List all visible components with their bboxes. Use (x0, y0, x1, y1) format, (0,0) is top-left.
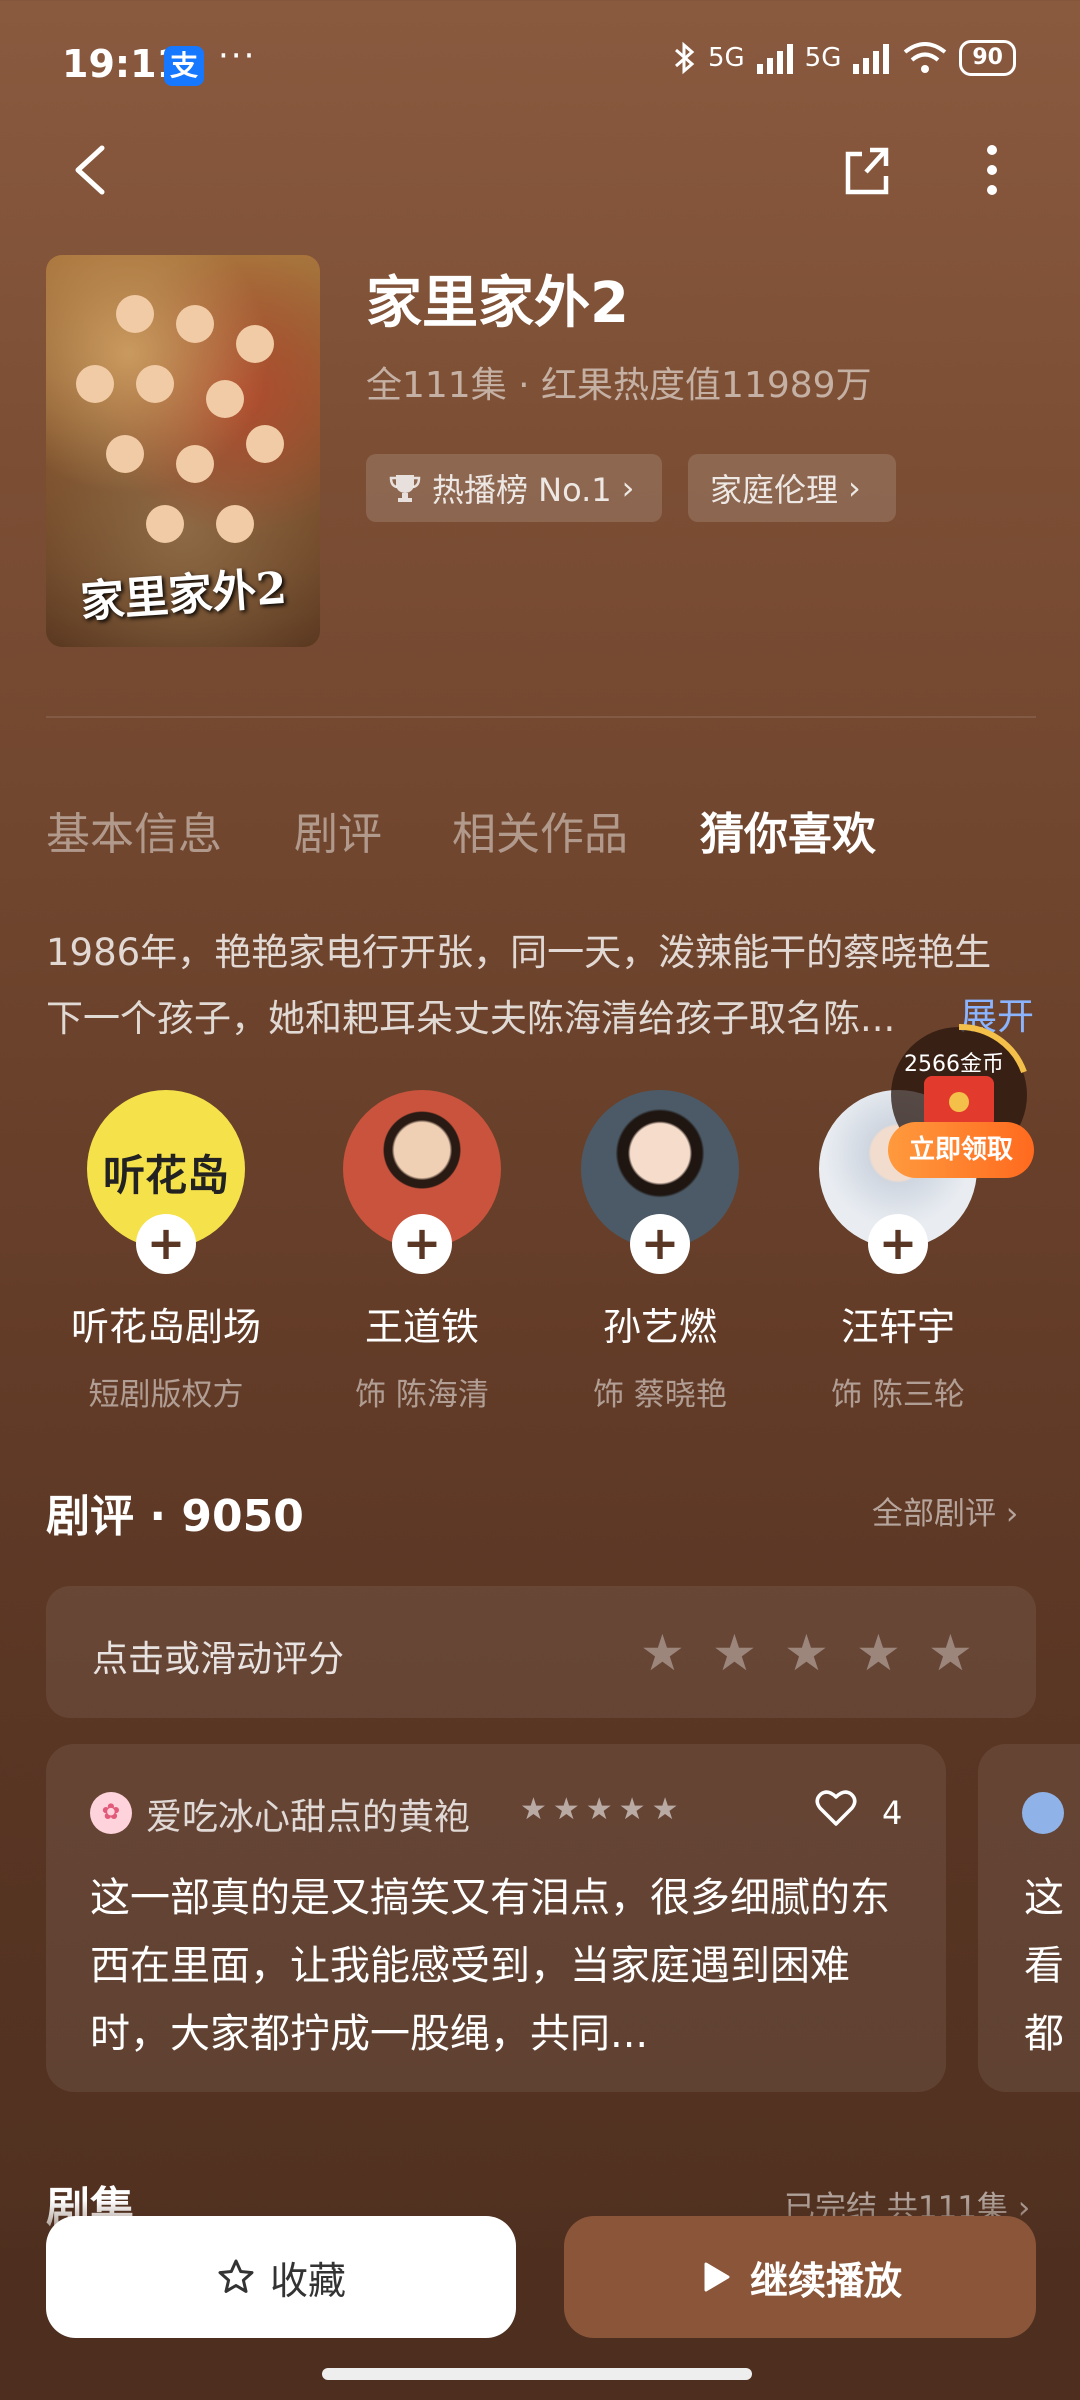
status-right: 5G 5G 90 (672, 40, 1016, 76)
collect-button[interactable]: 收藏 (46, 2216, 516, 2338)
rank-chip-label: 热播榜 No.1 (432, 471, 612, 509)
avatar: 听花岛 + (87, 1090, 245, 1274)
avatar: + (581, 1090, 739, 1274)
tab-basic-info[interactable]: 基本信息 (46, 798, 222, 862)
cast-item[interactable]: 听花岛 + 听花岛剧场 短剧版权方 (46, 1090, 286, 1414)
poster-figure (106, 435, 144, 473)
signal-5g-label-2: 5G (804, 43, 842, 73)
chevron-right-icon: › (848, 469, 861, 507)
like-count: 4 (882, 1794, 903, 1832)
poster-figure (246, 425, 284, 463)
cast-name: 汪轩宇 (840, 1305, 955, 1349)
cast-name: 听花岛剧场 (70, 1305, 261, 1349)
genre-chip-label: 家庭伦理 (710, 471, 839, 509)
cast-item[interactable]: + 孙艺燃 饰 蔡晓艳 (540, 1090, 780, 1414)
drama-title: 家里家外2 (366, 271, 629, 336)
poster-figure (136, 365, 174, 403)
coin-amount: 2566金币 (904, 1052, 1004, 1077)
reviewer-avatar (1022, 1792, 1064, 1834)
poster-figure (176, 445, 214, 483)
poster-figure (216, 505, 254, 543)
battery-indicator: 90 (959, 40, 1016, 76)
genre-chip[interactable]: 家庭伦理 › (688, 454, 896, 522)
rating-star-icon[interactable]: ★ (712, 1624, 757, 1682)
poster-title-logo: 家里家外2 (78, 562, 289, 629)
follow-button[interactable]: + (630, 1214, 690, 1274)
wifi-icon (904, 42, 947, 73)
signal-icon (756, 44, 793, 74)
home-indicator[interactable] (322, 2368, 752, 2380)
cast-name: 孙艺燃 (602, 1305, 717, 1349)
tab-related-works[interactable]: 相关作品 (452, 798, 628, 862)
back-icon[interactable] (66, 140, 112, 200)
studio-logo: 听花岛 (102, 1151, 229, 1200)
poster-figure (206, 380, 244, 418)
avatar: + (343, 1090, 501, 1274)
reviews-heading: 剧评 · 9050 (46, 1491, 304, 1542)
more-notifications-icon: ··· (218, 36, 257, 76)
rank-chip[interactable]: 热播榜 No.1 › (366, 454, 662, 522)
divider (46, 716, 1036, 718)
share-icon[interactable] (840, 140, 896, 200)
play-icon (704, 2262, 730, 2292)
cast-name: 王道铁 (364, 1305, 479, 1349)
bluetooth-icon (674, 41, 695, 75)
drama-meta: 全111集 · 红果热度值11989万 (366, 365, 872, 406)
star-outline-icon (218, 2259, 254, 2293)
rating-star-icon[interactable]: ★ (640, 1624, 685, 1682)
poster-figure (76, 365, 114, 403)
signal-5g-label: 5G (707, 43, 745, 73)
collect-label: 收藏 (269, 2258, 346, 2303)
cast-role: 饰 陈海清 (355, 1377, 489, 1413)
more-options-icon[interactable] (972, 140, 1012, 200)
rating-star-icon[interactable]: ★ (856, 1624, 901, 1682)
trophy-icon (389, 475, 421, 502)
follow-button[interactable]: + (392, 1214, 452, 1274)
claim-coins-button[interactable]: 立即领取 (888, 1122, 1034, 1178)
heart-icon[interactable] (814, 1786, 858, 1830)
red-envelope-icon (924, 1076, 994, 1128)
cast-role: 饰 陈三轮 (831, 1377, 965, 1413)
poster-figure (116, 295, 154, 333)
signal-icon-2 (853, 44, 890, 74)
poster-figure (236, 325, 274, 363)
alipay-notification-icon: 支 (164, 46, 204, 86)
reviewer-avatar: ✿ (90, 1792, 132, 1834)
drama-poster[interactable]: 家里家外2 (46, 255, 320, 647)
rating-prompt: 点击或滑动评分 (92, 1639, 345, 1680)
cast-role: 短剧版权方 (88, 1377, 244, 1413)
poster-figure (176, 305, 214, 343)
cast-item[interactable]: + 王道铁 饰 陈海清 (302, 1090, 542, 1414)
synopsis-line-1: 1986年，艳艳家电行开张，同一天，泼辣能干的蔡晓艳生 (46, 931, 992, 974)
cast-role: 饰 蔡晓艳 (593, 1377, 727, 1413)
play-label: 继续播放 (749, 2258, 902, 2303)
rating-star-icon[interactable]: ★ (928, 1624, 973, 1682)
reviewer-name: 爱吃冰心甜点的黄袍 (146, 1797, 471, 1838)
follow-button[interactable]: + (136, 1214, 196, 1274)
tab-recommendations[interactable]: 猜你喜欢 (700, 798, 876, 862)
rating-star-icon[interactable]: ★ (784, 1624, 829, 1682)
tab-reviews[interactable]: 剧评 (294, 798, 382, 862)
review-text: 这 看 都 (1024, 1875, 1064, 2057)
continue-play-button[interactable]: 继续播放 (564, 2216, 1036, 2338)
review-text: 这一部真的是又搞笑又有泪点，很多细腻的东西在里面，让我能感受到，当家庭遇到困难时… (90, 1875, 890, 2057)
poster-figure (146, 505, 184, 543)
all-reviews-link[interactable]: 全部剧评 › (872, 1488, 1018, 1533)
review-stars: ★★★★★ (520, 1792, 685, 1827)
follow-button[interactable]: + (868, 1214, 928, 1274)
chevron-right-icon: › (621, 469, 635, 507)
